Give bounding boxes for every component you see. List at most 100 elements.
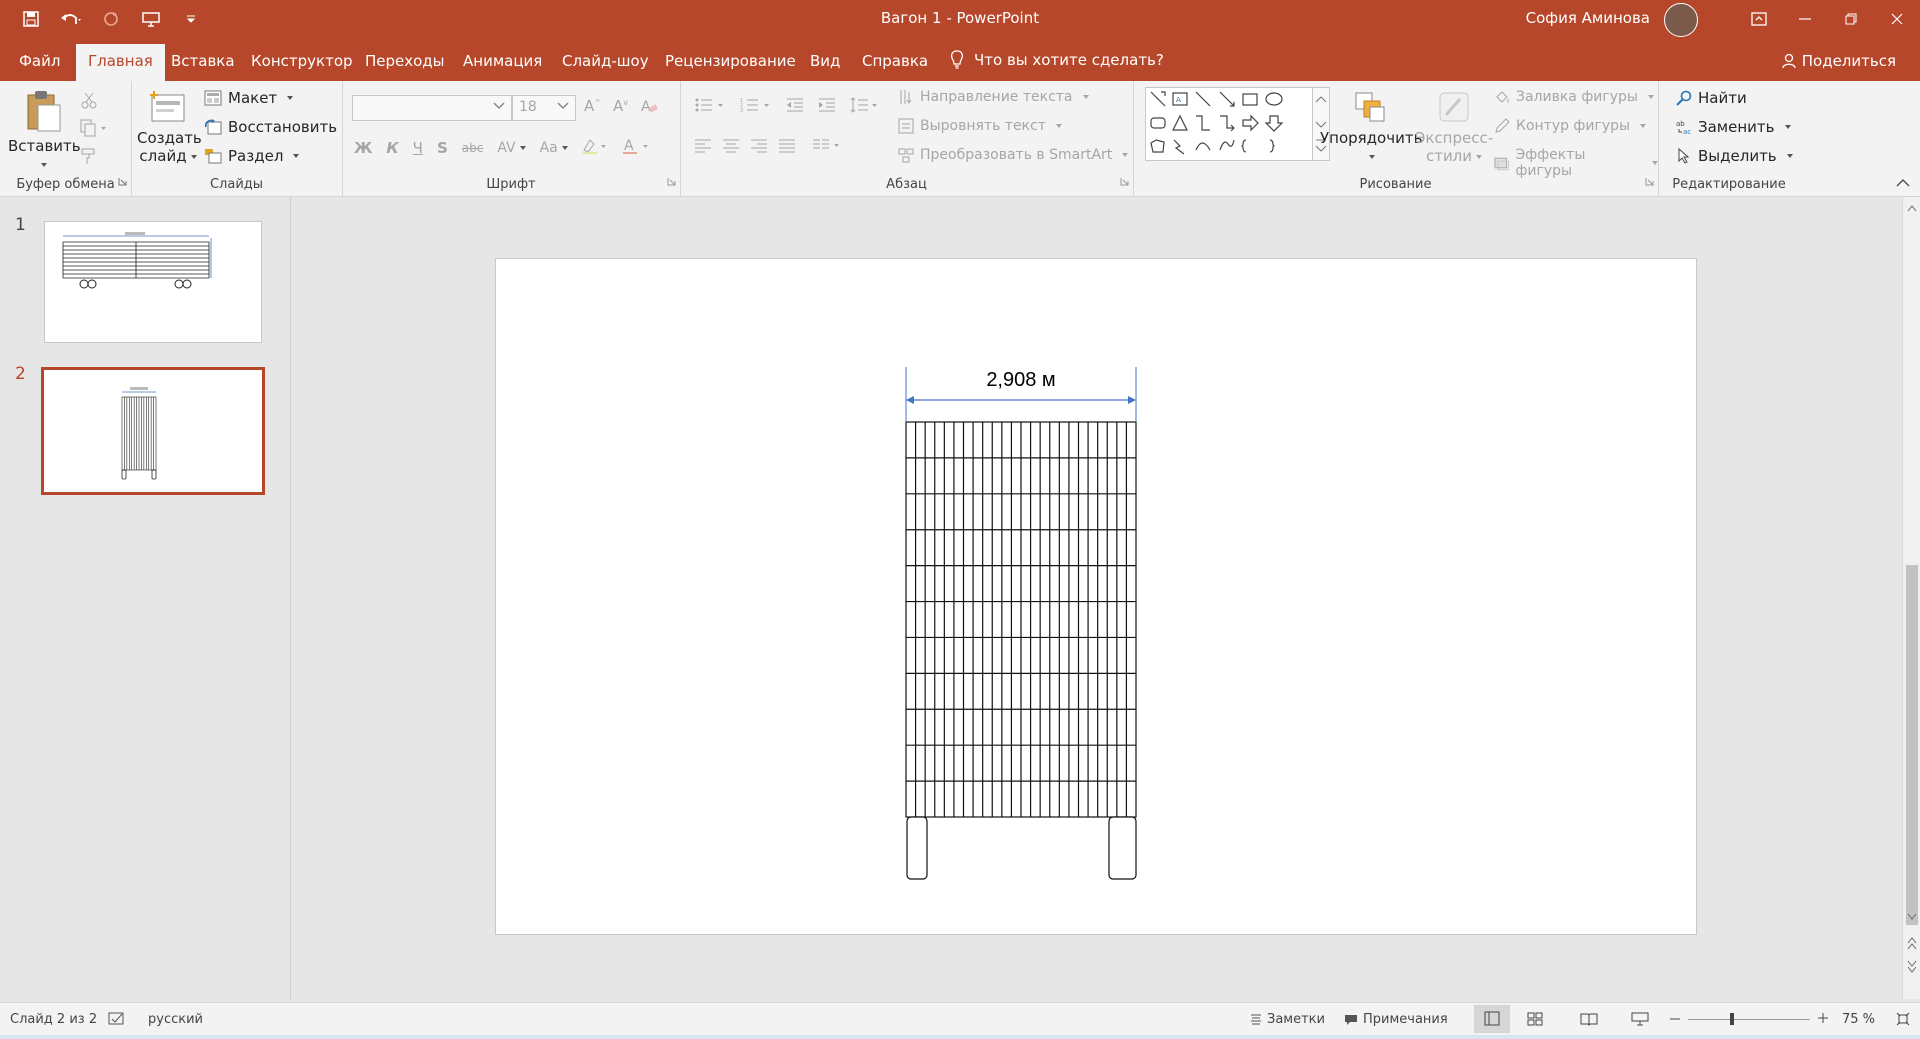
- normal-view-button[interactable]: [1474, 1005, 1510, 1033]
- shape-effects-button[interactable]: Эффекты фигуры: [1494, 147, 1658, 179]
- format-painter-icon[interactable]: [80, 147, 98, 169]
- clear-formatting-icon[interactable]: A: [640, 97, 658, 119]
- avatar[interactable]: [1664, 3, 1698, 37]
- decrease-indent-icon[interactable]: [786, 97, 804, 117]
- paste-button[interactable]: Вставить: [8, 89, 81, 173]
- align-text-button[interactable]: Выровнять текст: [898, 118, 1062, 134]
- increase-font-icon[interactable]: A^: [584, 97, 601, 119]
- decrease-font-icon[interactable]: Av: [613, 97, 628, 119]
- wheel-right[interactable]: [1108, 816, 1137, 880]
- tab-file[interactable]: Файл: [19, 52, 60, 70]
- slide-canvas[interactable]: 2,908 м: [495, 258, 1697, 935]
- zoom-level[interactable]: 75 %: [1842, 1012, 1875, 1027]
- reset-button[interactable]: Восстановить: [204, 118, 337, 136]
- collapse-ribbon-icon[interactable]: [1896, 176, 1910, 192]
- dialog-launcher-icon[interactable]: [1120, 174, 1129, 190]
- zoom-slider[interactable]: [1688, 1019, 1810, 1020]
- group-slides: Создать слайд Макет Восстановить Раздел …: [131, 81, 343, 196]
- align-right-icon[interactable]: [750, 139, 768, 157]
- replace-button[interactable]: ab ac Заменить: [1676, 118, 1791, 136]
- numbering-icon[interactable]: 123: [740, 97, 772, 117]
- tab-help[interactable]: Справка: [862, 52, 928, 70]
- previous-slide-icon[interactable]: [1907, 937, 1917, 950]
- zoom-slider-thumb[interactable]: [1730, 1013, 1734, 1025]
- new-slide-dropdown-icon[interactable]: [190, 154, 197, 159]
- wagon-body-grid[interactable]: [905, 421, 1137, 818]
- convert-smartart-button[interactable]: Преобразовать в SmartArt: [898, 147, 1129, 163]
- font-size-combo[interactable]: 18: [512, 95, 576, 121]
- zoom-in-icon[interactable]: [1818, 1013, 1828, 1023]
- tab-review[interactable]: Рецензирование: [665, 52, 796, 70]
- line-spacing-icon[interactable]: [850, 97, 880, 117]
- new-slide-icon: [150, 91, 185, 122]
- zoom-out-icon[interactable]: [1670, 1018, 1680, 1020]
- layout-button[interactable]: Макет: [204, 89, 294, 107]
- user-name[interactable]: София Аминова: [1526, 9, 1650, 27]
- columns-icon[interactable]: [812, 139, 842, 157]
- fit-to-window-icon[interactable]: [1896, 1012, 1910, 1026]
- reading-view-icon[interactable]: [1580, 1012, 1598, 1026]
- shape-outline-button[interactable]: Контур фигуры: [1494, 118, 1647, 134]
- slide-1-thumbnail[interactable]: [44, 221, 262, 343]
- vertical-scrollbar[interactable]: [1902, 197, 1920, 999]
- tab-animations[interactable]: Анимация: [463, 52, 542, 70]
- align-text-label: Выровнять текст: [920, 118, 1046, 134]
- dialog-launcher-icon[interactable]: [667, 174, 676, 190]
- copy-icon[interactable]: [80, 119, 108, 141]
- wheel-left[interactable]: [906, 816, 928, 880]
- bold-icon[interactable]: Ж: [354, 139, 372, 157]
- strikethrough-icon[interactable]: abc: [462, 141, 484, 155]
- tab-transitions[interactable]: Переходы: [365, 52, 445, 70]
- scroll-up-icon[interactable]: [1907, 205, 1917, 212]
- shape-fill-button[interactable]: Заливка фигуры: [1494, 89, 1654, 105]
- section-button[interactable]: Раздел: [204, 147, 300, 165]
- find-button[interactable]: Найти: [1676, 89, 1747, 107]
- bullets-icon[interactable]: [694, 97, 726, 117]
- tab-home[interactable]: Главная: [76, 44, 165, 81]
- character-spacing-icon[interactable]: AV: [497, 140, 526, 156]
- justify-icon[interactable]: [778, 139, 796, 157]
- next-slide-icon[interactable]: [1907, 960, 1917, 973]
- slide-2-thumbnail[interactable]: [41, 367, 265, 495]
- close-icon[interactable]: [1874, 0, 1920, 38]
- paste-dropdown-icon[interactable]: [41, 162, 47, 167]
- highlight-icon[interactable]: [582, 138, 608, 158]
- dialog-launcher-icon[interactable]: [118, 174, 127, 190]
- shadow-icon[interactable]: S: [437, 139, 448, 157]
- spellcheck-icon[interactable]: [108, 1012, 126, 1026]
- dimension-label[interactable]: 2,908 м: [906, 369, 1136, 392]
- increase-indent-icon[interactable]: [818, 97, 836, 117]
- slide-sorter-icon[interactable]: [1527, 1012, 1543, 1026]
- text-direction-button[interactable]: Направление текста: [898, 89, 1089, 105]
- ribbon-display-icon[interactable]: [1736, 0, 1782, 38]
- notes-button[interactable]: Заметки: [1250, 1012, 1325, 1027]
- slideshow-icon[interactable]: [1631, 1012, 1649, 1026]
- tab-view[interactable]: Вид: [810, 52, 840, 70]
- tell-me-search[interactable]: Что вы хотите сделать?: [950, 50, 1164, 70]
- select-button[interactable]: Выделить: [1676, 147, 1793, 165]
- underline-icon[interactable]: Ч: [413, 139, 423, 157]
- align-left-icon[interactable]: [694, 139, 712, 157]
- arrange-button[interactable]: Упорядочить: [1320, 89, 1422, 165]
- restore-icon[interactable]: [1828, 0, 1874, 38]
- tab-insert[interactable]: Вставка: [171, 52, 235, 70]
- tab-slideshow[interactable]: Слайд-шоу: [562, 52, 649, 70]
- replace-dropdown-icon: [1784, 125, 1791, 129]
- font-color-icon[interactable]: A: [622, 137, 650, 159]
- tab-design[interactable]: Конструктор: [251, 52, 353, 70]
- slide-counter[interactable]: Слайд 2 из 2: [10, 1012, 97, 1027]
- shapes-gallery[interactable]: A: [1145, 87, 1313, 161]
- scroll-thumb[interactable]: [1906, 565, 1918, 925]
- cut-icon[interactable]: [80, 91, 98, 113]
- comments-button[interactable]: Примечания: [1344, 1012, 1448, 1027]
- italic-icon[interactable]: К: [386, 139, 398, 157]
- quick-styles-button[interactable]: Экспресс- стили: [1412, 89, 1496, 165]
- change-case-icon[interactable]: Aa: [540, 140, 568, 156]
- language-indicator[interactable]: русский: [148, 1012, 203, 1027]
- align-center-icon[interactable]: [722, 139, 740, 157]
- font-name-combo[interactable]: [352, 95, 512, 121]
- dialog-launcher-icon[interactable]: [1645, 174, 1654, 190]
- new-slide-button[interactable]: Создать слайд: [137, 89, 202, 165]
- minimize-icon[interactable]: [1782, 0, 1828, 38]
- share-button[interactable]: Поделиться: [1782, 52, 1896, 70]
